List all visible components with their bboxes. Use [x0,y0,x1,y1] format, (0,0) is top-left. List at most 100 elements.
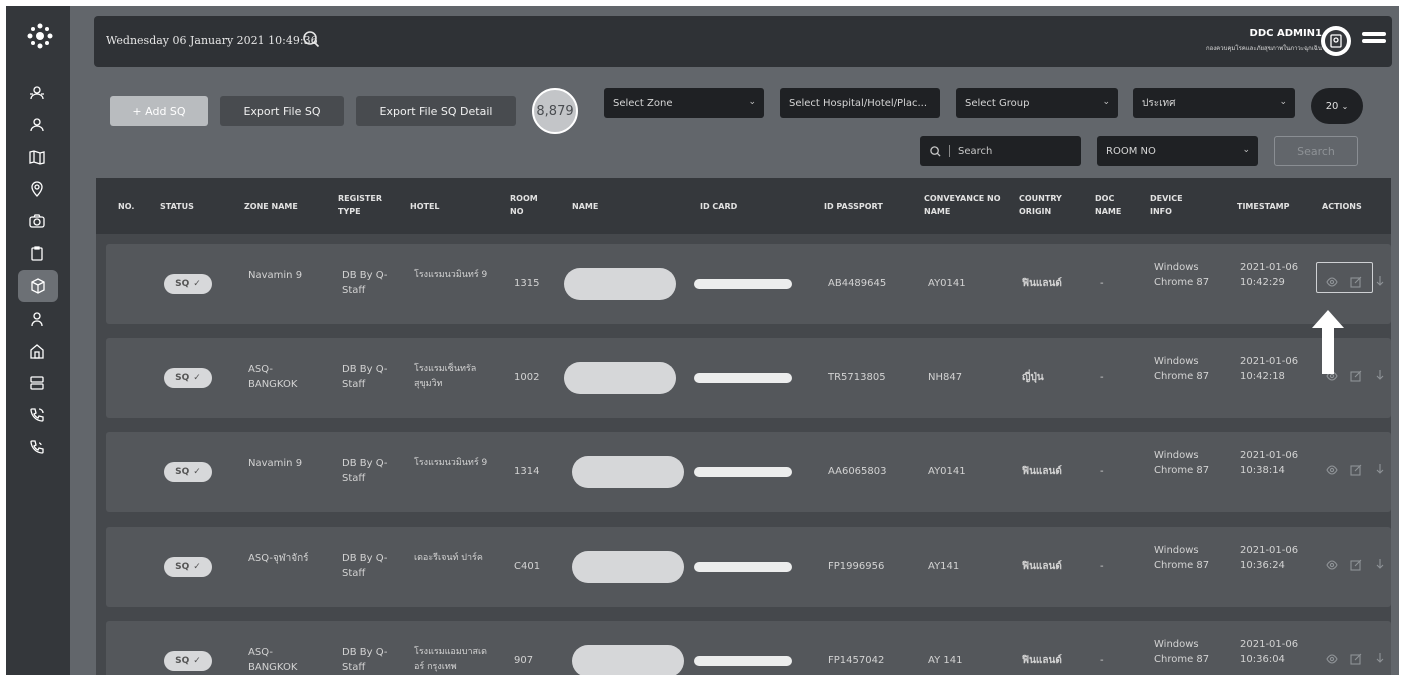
conveyance-no: AY 141 [928,655,963,666]
download-icon[interactable] [1374,275,1386,287]
hotel-name: โรงแรมนวมินทร์ 9 [414,458,488,468]
hotel-name: โรงแรมนวมินทร์ 9 [414,270,488,280]
home-icon[interactable] [26,340,48,362]
room-no: 1002 [514,372,540,383]
register-type: DB By Q-Staff [342,647,388,673]
select-hospital-label: Select Hospital/Hotel/Plac... [789,97,928,109]
room-no-dropdown[interactable]: ROOM NO ⌄ [1097,136,1258,166]
device-info: Windows Chrome 87 [1154,262,1210,288]
device-info: Windows Chrome 87 [1154,639,1210,665]
device-info: Windows Chrome 87 [1154,356,1210,382]
eye-icon[interactable] [1326,653,1338,665]
camera-icon[interactable] [26,210,48,232]
country-origin: ฟินแลนด์ [1022,278,1062,289]
name-redacted [572,456,684,488]
logo-icon[interactable] [25,21,55,51]
status-label: SQ [175,562,190,572]
search-input[interactable]: Search [920,136,1081,166]
download-icon[interactable] [1374,558,1386,570]
chevron-down-icon: ⌄ [1102,97,1110,107]
room-no: 1315 [514,278,540,289]
room-no: 1314 [514,466,540,477]
select-zone-dropdown[interactable]: Select Zone ⌄ [604,88,764,118]
select-hospital-dropdown[interactable]: Select Hospital/Hotel/Plac... [780,88,940,118]
col-timestamp: TIMESTAMP [1237,202,1290,211]
database-icon[interactable] [26,372,48,394]
phone-call-icon[interactable] [26,436,48,458]
chevron-down-icon: ⌄ [1279,97,1287,107]
users-icon[interactable] [26,82,48,104]
doc-name: - [1100,655,1104,666]
location-pin-icon[interactable] [26,178,48,200]
idcard-redacted [694,562,792,572]
download-icon[interactable] [1374,463,1386,475]
page-size-select[interactable]: 20 ⌄ [1311,88,1363,124]
table-row[interactable]: SQ ✓ ASQ-จุฬาจักร์ DB By Q-Staff เดอะรีเจ… [106,527,1391,607]
col-passport: ID PASSPORT [824,202,883,211]
name-redacted [564,362,676,394]
table-row[interactable]: SQ ✓ Navamin 9 DB By Q-Staff โรงแรมนวมินท… [106,432,1391,512]
timestamp: 2021-01-06 10:36:04 [1240,639,1299,665]
timestamp: 2021-01-06 10:38:14 [1240,450,1299,476]
doc-name: - [1100,561,1104,572]
admin-name: DDC ADMIN1 [1249,28,1322,39]
person-icon[interactable] [26,308,48,330]
edit-icon[interactable] [1350,464,1362,476]
highlight-box [1316,262,1373,293]
download-icon[interactable] [1374,652,1386,664]
eye-icon[interactable] [1326,464,1338,476]
name-redacted [572,551,684,583]
select-country-dropdown[interactable]: ประเทศ ⌄ [1133,88,1295,118]
clipboard-icon[interactable] [26,242,48,264]
edit-icon[interactable] [1350,559,1362,571]
user-group-icon[interactable] [26,114,48,136]
table-row[interactable]: SQ ✓ Navamin 9 DB By Q-Staff โรงแรมนวมินท… [106,244,1391,324]
search-placeholder: Search [958,145,993,157]
total-count-badge: 8,879 [532,88,578,134]
status-badge: SQ ✓ [164,274,212,294]
search-icon[interactable] [302,30,320,48]
zone-name: Navamin 9 [248,458,303,469]
search-button[interactable]: Search [1274,136,1358,166]
avatar[interactable] [1321,26,1351,56]
status-badge: SQ ✓ [164,651,212,671]
search-icon [930,145,941,157]
sq-table: NO. STATUS ZONE NAME REGISTER TYPE HOTEL… [96,178,1391,675]
name-redacted [572,645,684,675]
add-sq-button[interactable]: + Add SQ [110,96,208,126]
download-icon[interactable] [1374,369,1386,381]
map-icon[interactable] [26,146,48,168]
col-hotel: HOTEL [410,202,440,211]
select-group-dropdown[interactable]: Select Group ⌄ [956,88,1118,118]
table-row[interactable]: SQ ✓ ASQ-BANGKOK DB By Q-Staff โรงแรมแอมบ… [106,621,1391,675]
room-no-label: ROOM NO [1106,145,1156,157]
doc-name: - [1100,278,1104,289]
phone-icon[interactable] [26,404,48,426]
hotel-name: โรงแรมแอมบาสเดอร์ กรุงเทพ [414,647,487,672]
eye-icon[interactable] [1326,559,1338,571]
idcard-redacted [694,467,792,477]
status-label: SQ [175,656,190,666]
country-origin: ฟินแลนด์ [1022,561,1062,572]
app-window: Wednesday 06 January 2021 10:49:36 DDC A… [6,6,1399,675]
check-icon: ✓ [193,279,201,289]
id-passport: FP1457042 [828,655,885,666]
box-icon[interactable] [18,270,58,302]
id-passport: TR5713805 [828,372,886,383]
conveyance-no: AY0141 [928,278,966,289]
edit-icon[interactable] [1350,653,1362,665]
country-origin: ญี่ปุ่น [1022,372,1044,383]
select-group-label: Select Group [965,97,1030,109]
export-sq-button[interactable]: Export File SQ [220,96,344,126]
status-badge: SQ ✓ [164,557,212,577]
register-type: DB By Q-Staff [342,458,388,484]
col-country: COUNTRY ORIGIN [1019,194,1062,216]
sidebar [6,6,70,675]
hamburger-menu-icon[interactable] [1362,32,1386,50]
doc-name: - [1100,466,1104,477]
col-idcard: ID CARD [700,202,738,211]
idcard-redacted [694,656,792,666]
table-header: NO. STATUS ZONE NAME REGISTER TYPE HOTEL… [96,178,1391,234]
export-sq-detail-button[interactable]: Export File SQ Detail [356,96,516,126]
table-row[interactable]: SQ ✓ ASQ-BANGKOK DB By Q-Staff โรงแรมเซ็น… [106,338,1391,418]
